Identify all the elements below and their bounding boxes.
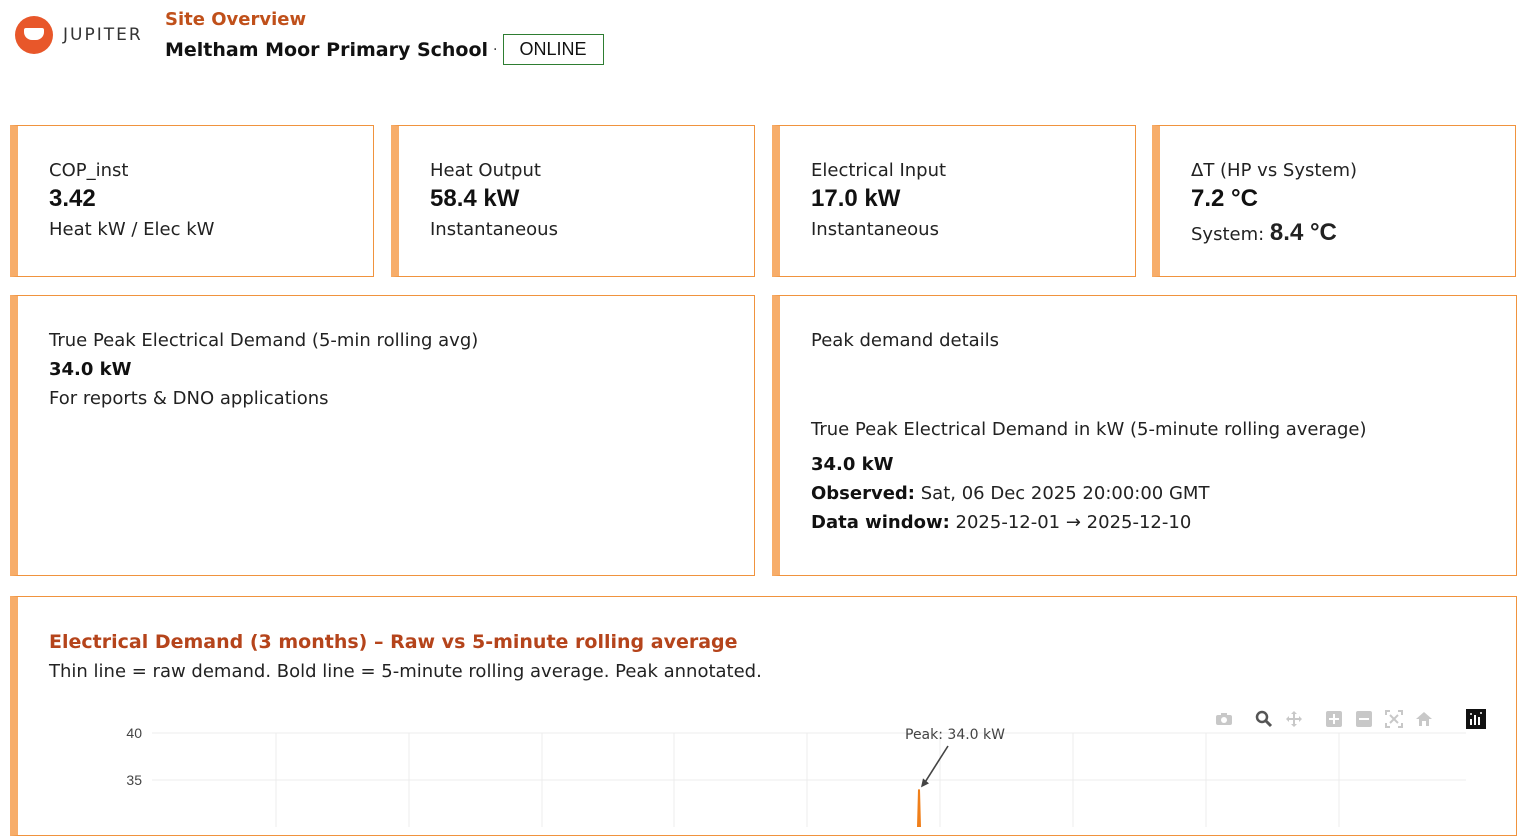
kpi-sub-label: System:: [1191, 224, 1265, 245]
kpi-card-electrical-input: Electrical Input 17.0 kW Instantaneous: [772, 125, 1136, 277]
kpi-value: 17.0 kW: [811, 185, 901, 212]
details-title: Peak demand details: [811, 330, 1000, 351]
details-heading: True Peak Electrical Demand in kW (5-min…: [811, 419, 1367, 440]
peak-series-line: [916, 789, 922, 827]
peak-value: 34.0 kW: [49, 359, 132, 380]
peak-details-card: Peak demand details True Peak Electrical…: [772, 295, 1517, 576]
page-title: Site Overview: [165, 9, 307, 30]
observed-value: Sat, 06 Dec 2025 20:00:00 GMT: [920, 483, 1210, 504]
peak-title: True Peak Electrical Demand (5-min rolli…: [49, 330, 479, 351]
details-value: 34.0 kW: [811, 454, 894, 475]
kpi-label: COP_inst: [49, 160, 129, 181]
logo-text: JUPITER: [63, 25, 143, 45]
kpi-sub: Instantaneous: [430, 219, 558, 240]
y-tick-label: 40: [126, 725, 142, 741]
details-observed: Observed: Sat, 06 Dec 2025 20:00:00 GMT: [811, 483, 1516, 504]
kpi-label: Heat Output: [430, 160, 541, 181]
kpi-card-cop: COP_inst 3.42 Heat kW / Elec kW: [10, 125, 374, 277]
jupiter-logo-icon: [15, 16, 53, 54]
status-badge: ONLINE: [502, 34, 604, 65]
demand-chart[interactable]: 35 40 Peak: 34.0 kW: [18, 717, 1517, 827]
peak-note: For reports & DNO applications: [49, 388, 329, 409]
chart-title: Electrical Demand (3 months) – Raw vs 5-…: [49, 631, 738, 653]
peak-annotation: Peak: 34.0 kW: [905, 727, 1005, 743]
peak-demand-card: True Peak Electrical Demand (5-min rolli…: [10, 295, 755, 576]
window-label: Data window:: [811, 512, 950, 533]
chart-subtitle: Thin line = raw demand. Bold line = 5-mi…: [49, 661, 762, 682]
kpi-card-heat-output: Heat Output 58.4 kW Instantaneous: [391, 125, 755, 277]
observed-label: Observed:: [811, 483, 916, 504]
details-window: Data window: 2025-12-01 → 2025-12-10: [811, 512, 1516, 533]
kpi-sub: Heat kW / Elec kW: [49, 219, 215, 240]
site-name: Meltham Moor Primary School: [165, 38, 489, 61]
site-separator: ·: [493, 41, 498, 58]
y-tick-label: 35: [126, 772, 142, 788]
kpi-card-delta-t: ΔT (HP vs System) 7.2 °C System: 8.4 °C: [1152, 125, 1516, 277]
kpi-label: Electrical Input: [811, 160, 947, 181]
kpi-sub-value: 8.4 °C: [1269, 219, 1337, 246]
kpi-label: ΔT (HP vs System): [1191, 160, 1358, 181]
demand-chart-card: Electrical Demand (3 months) – Raw vs 5-…: [10, 596, 1517, 836]
kpi-value: 58.4 kW: [430, 185, 520, 212]
site-row: Meltham Moor Primary School · ONLINE: [165, 34, 604, 65]
kpi-sub: System: 8.4 °C: [1191, 219, 1515, 247]
kpi-sub: Instantaneous: [811, 219, 939, 240]
header: JUPITER Site Overview Meltham Moor Prima…: [0, 0, 1518, 80]
kpi-value: 7.2 °C: [1191, 185, 1258, 212]
kpi-value: 3.42: [49, 185, 96, 212]
app-logo[interactable]: JUPITER: [15, 16, 143, 54]
annotation-arrow: [922, 745, 949, 786]
window-value: 2025-12-01 → 2025-12-10: [955, 512, 1192, 533]
